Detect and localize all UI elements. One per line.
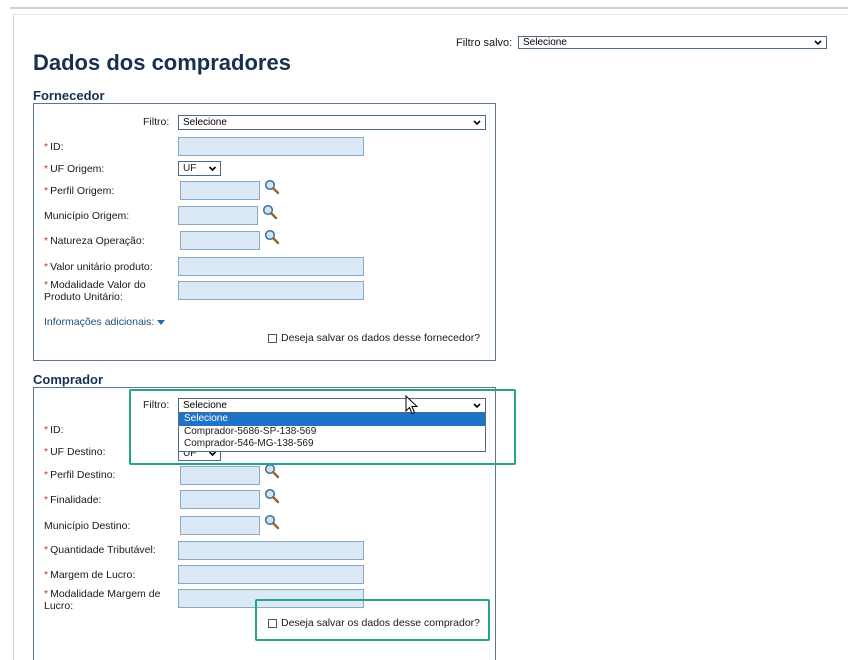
required-mark: * bbox=[44, 235, 49, 247]
fornecedor-section-title: Fornecedor bbox=[33, 88, 105, 103]
finalidade-label-text: Finalidade: bbox=[50, 494, 102, 506]
top-divider bbox=[10, 7, 848, 9]
modalidade-valor-label: * Modalidade Valor do Produto Unitário: bbox=[44, 279, 146, 303]
required-mark: * bbox=[44, 544, 49, 556]
save-fornecedor-label: Deseja salvar os dados desse fornecedor? bbox=[281, 332, 481, 344]
caret-down-icon bbox=[157, 319, 166, 325]
id-label-text: ID: bbox=[50, 141, 64, 153]
required-mark: * bbox=[44, 261, 49, 273]
required-mark: * bbox=[44, 588, 49, 600]
perfil-destino-input[interactable] bbox=[180, 466, 260, 485]
perfil-destino-label: * Perfil Destino: bbox=[44, 469, 115, 481]
save-fornecedor-row[interactable]: Deseja salvar os dados desse fornecedor? bbox=[268, 332, 480, 344]
required-mark: * bbox=[44, 279, 49, 291]
chevron-down-icon bbox=[208, 162, 217, 179]
finalidade-label: * Finalidade: bbox=[44, 494, 101, 506]
natureza-operacao-label: * Natureza Operação: bbox=[44, 235, 145, 247]
municipio-origem-input[interactable] bbox=[178, 206, 258, 225]
required-mark: * bbox=[44, 446, 49, 458]
uf-origem-value: UF bbox=[183, 163, 197, 174]
required-mark: * bbox=[44, 569, 49, 581]
margem-lucro-input[interactable] bbox=[178, 565, 364, 584]
save-comprador-label: Deseja salvar os dados desse comprador? bbox=[281, 617, 481, 629]
search-icon[interactable] bbox=[264, 463, 280, 479]
quantidade-tributavel-label-text: Quantidade Tributável: bbox=[50, 544, 156, 556]
required-mark: * bbox=[44, 185, 49, 197]
modalidade-margem-input[interactable] bbox=[178, 589, 364, 608]
valor-unitario-label-text: Valor unitário produto: bbox=[50, 261, 153, 273]
page-title: Dados dos compradores bbox=[33, 50, 291, 75]
chevron-down-icon bbox=[472, 399, 482, 410]
fornecedor-filter-value: Selecione bbox=[183, 117, 227, 128]
modalidade-margem-label-line1: Modalidade Margem de bbox=[50, 588, 161, 600]
dropdown-option[interactable]: Comprador-546-MG-138-569 bbox=[179, 438, 485, 451]
natureza-operacao-label-text: Natureza Operação: bbox=[50, 235, 145, 247]
more-info-link[interactable]: Informações adicionais: bbox=[44, 316, 166, 328]
municipio-destino-label: Município Destino: bbox=[44, 520, 131, 532]
finalidade-input[interactable] bbox=[180, 490, 260, 509]
modalidade-valor-input[interactable] bbox=[178, 281, 364, 300]
perfil-origem-label-text: Perfil Origem: bbox=[50, 185, 115, 197]
margem-lucro-label-text: Margem de Lucro: bbox=[50, 569, 136, 581]
dropdown-option[interactable]: Selecione bbox=[179, 413, 485, 426]
content-frame-left bbox=[13, 14, 14, 660]
modalidade-valor-label-line2: Produto Unitário: bbox=[44, 291, 123, 303]
more-info-link-text: Informações adicionais: bbox=[44, 316, 155, 328]
uf-destino-label-text: UF Destino: bbox=[50, 446, 106, 458]
search-icon[interactable] bbox=[264, 229, 280, 245]
search-icon[interactable] bbox=[264, 179, 280, 195]
search-icon[interactable] bbox=[264, 488, 280, 504]
modalidade-margem-label: * Modalidade Margem de Lucro: bbox=[44, 588, 160, 612]
margem-lucro-label: * Margem de Lucro: bbox=[44, 569, 135, 581]
save-comprador-row[interactable]: Deseja salvar os dados desse comprador? bbox=[268, 617, 480, 629]
required-mark: * bbox=[44, 469, 49, 481]
search-icon[interactable] bbox=[262, 204, 278, 220]
modalidade-margem-label-line2: Lucro: bbox=[44, 600, 74, 612]
id-label: * ID: bbox=[44, 141, 64, 153]
comprador-filter-label: Filtro: bbox=[143, 399, 170, 411]
comprador-filter-dropdown: Selecione Comprador-5686-SP-138-569 Comp… bbox=[178, 412, 486, 452]
chevron-down-icon bbox=[472, 116, 482, 127]
valor-unitario-label: * Valor unitário produto: bbox=[44, 261, 153, 273]
saved-filter-label: Filtro salvo: bbox=[456, 37, 513, 49]
uf-destino-label: * UF Destino: bbox=[44, 446, 106, 458]
required-mark: * bbox=[44, 494, 49, 506]
comprador-filter-value: Selecione bbox=[183, 400, 227, 411]
saved-filter-value: Selecione bbox=[523, 37, 567, 48]
municipio-destino-input[interactable] bbox=[180, 516, 260, 535]
quantidade-tributavel-label: * Quantidade Tributável: bbox=[44, 544, 156, 556]
perfil-origem-input[interactable] bbox=[180, 181, 260, 200]
uf-origem-select[interactable]: UF bbox=[178, 161, 221, 176]
quantidade-tributavel-input[interactable] bbox=[178, 541, 364, 560]
uf-origem-label-text: UF Origem: bbox=[50, 163, 105, 175]
uf-origem-label: * UF Origem: bbox=[44, 163, 104, 175]
municipio-origem-label: Município Origem: bbox=[44, 210, 130, 222]
content-frame-top bbox=[13, 14, 848, 15]
mouse-cursor-icon bbox=[405, 395, 419, 415]
required-mark: * bbox=[44, 141, 49, 153]
natureza-operacao-input[interactable] bbox=[180, 231, 260, 250]
saved-filter-select[interactable]: Selecione bbox=[518, 36, 827, 49]
comprador-section-title: Comprador bbox=[33, 372, 104, 387]
required-mark: * bbox=[44, 424, 49, 436]
search-icon[interactable] bbox=[264, 514, 280, 530]
fornecedor-filter-select[interactable]: Selecione bbox=[178, 115, 486, 130]
perfil-origem-label: * Perfil Origem: bbox=[44, 185, 114, 197]
comprador-id-label: * ID: bbox=[44, 424, 64, 436]
comprador-filter-select[interactable]: Selecione bbox=[178, 398, 486, 413]
comprador-id-label-text: ID: bbox=[50, 424, 64, 436]
dropdown-option[interactable]: Comprador-5686-SP-138-569 bbox=[179, 426, 485, 439]
perfil-destino-label-text: Perfil Destino: bbox=[50, 469, 116, 481]
chevron-down-icon bbox=[813, 37, 823, 48]
modalidade-valor-label-line1: Modalidade Valor do bbox=[50, 279, 146, 291]
fornecedor-id-input[interactable] bbox=[178, 137, 364, 156]
required-mark: * bbox=[44, 163, 49, 175]
fornecedor-filter-label: Filtro: bbox=[143, 116, 170, 128]
save-fornecedor-checkbox[interactable] bbox=[268, 333, 277, 343]
save-comprador-checkbox[interactable] bbox=[268, 618, 277, 628]
valor-unitario-input[interactable] bbox=[178, 257, 364, 276]
